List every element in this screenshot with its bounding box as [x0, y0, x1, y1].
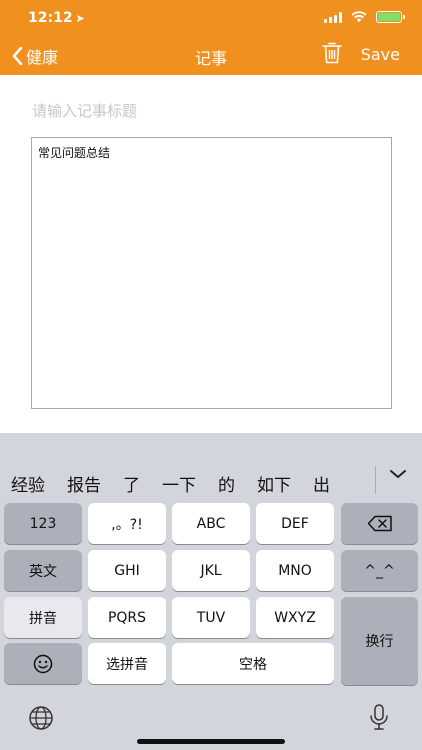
delete-icon [367, 515, 392, 532]
status-time-text: 12:12 [28, 10, 73, 26]
wifi-icon [351, 11, 367, 23]
page-title: 记事 [194, 49, 227, 68]
globe-icon[interactable] [28, 705, 54, 731]
candidate-word[interactable]: 出 [302, 471, 330, 496]
battery-charging-icon [376, 11, 405, 23]
candidate-word[interactable]: 经验 [0, 471, 45, 496]
key-mno[interactable]: MNO [256, 550, 334, 591]
smiley-icon [33, 654, 53, 673]
navigation-bar: 12:12 ➤ 健康 记事 Save [0, 0, 422, 75]
key-abc[interactable]: ABC [172, 503, 250, 544]
numbers-key[interactable]: 123 [4, 503, 82, 544]
cellular-signal-icon [324, 11, 342, 23]
home-indicator [137, 739, 285, 744]
status-indicators [324, 11, 405, 23]
save-button[interactable]: Save [361, 45, 400, 64]
candidate-word[interactable]: 一下 [151, 471, 196, 496]
enter-key[interactable]: 换行 [341, 597, 418, 685]
trash-icon[interactable] [322, 42, 342, 64]
emoticon-key[interactable]: ^_^ [341, 550, 418, 591]
select-pinyin-key[interactable]: 选拼音 [88, 643, 166, 684]
microphone-icon[interactable] [368, 703, 390, 731]
english-key[interactable]: 英文 [4, 550, 82, 591]
candidate-divider [375, 466, 376, 494]
candidate-word[interactable]: 了 [112, 471, 140, 496]
space-key[interactable]: 空格 [172, 643, 334, 684]
note-body-textarea[interactable]: 常见问题总结 [31, 137, 392, 409]
key-ghi[interactable]: GHI [88, 550, 166, 591]
chevron-down-icon[interactable] [388, 467, 408, 481]
candidate-word[interactable]: 如下 [246, 471, 291, 496]
delete-key[interactable] [341, 503, 418, 544]
keyboard: 经验 报告 了 一下 的 如下 出 123 ,。?! ABC DEF 英文 GH… [0, 433, 422, 750]
key-jkl[interactable]: JKL [172, 550, 250, 591]
key-wxyz[interactable]: WXYZ [256, 597, 334, 638]
emoji-key[interactable] [4, 643, 82, 684]
key-tuv[interactable]: TUV [172, 597, 250, 638]
candidate-word[interactable]: 的 [207, 471, 235, 496]
pinyin-key[interactable]: 拼音 [4, 597, 82, 638]
candidate-word[interactable]: 报告 [56, 471, 101, 496]
location-arrow-icon: ➤ [75, 12, 85, 25]
status-time: 12:12 ➤ [28, 10, 85, 26]
punctuation-key[interactable]: ,。?! [88, 503, 166, 544]
note-title-input[interactable] [32, 96, 392, 126]
key-def[interactable]: DEF [256, 503, 334, 544]
key-pqrs[interactable]: PQRS [88, 597, 166, 638]
